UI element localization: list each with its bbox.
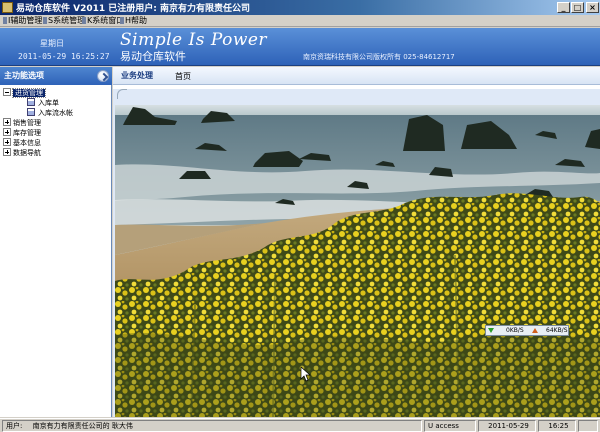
function-tree: 进货管理 入库单 入库流水帐 销售管理 库存管理 基本信息 数据导航 xyxy=(3,88,111,158)
tree-item-data-nav[interactable]: 数据导航 xyxy=(3,148,111,158)
tab-divider xyxy=(113,85,600,89)
tree-item-inventory[interactable]: 库存管理 xyxy=(3,128,111,138)
menu-icon xyxy=(120,17,124,24)
tree-item-stock-in-order[interactable]: 入库单 xyxy=(3,98,111,108)
main-area: 业务处理 首页 0KB/S 64KB/S xyxy=(113,67,600,417)
maximize-button[interactable]: □ xyxy=(571,2,584,13)
tree-item-sales[interactable]: 销售管理 xyxy=(3,118,111,128)
weekday-label: 星期日 xyxy=(40,39,64,48)
slogan: Simple Is Power xyxy=(120,30,268,50)
menu-aux[interactable]: I辅助管理 xyxy=(3,15,42,27)
collapse-icon[interactable] xyxy=(97,70,109,82)
upload-speed: 64KB/S xyxy=(546,327,568,334)
app-name: 易动仓库软件 xyxy=(120,50,186,63)
menu-icon xyxy=(43,17,47,24)
status-user: 用户: 南京有力有限责任公司的 耿大伟 xyxy=(2,420,422,432)
tree-item-purchase[interactable]: 进货管理 xyxy=(3,88,111,98)
tab-strip: 业务处理 首页 xyxy=(113,67,600,85)
menu-icon xyxy=(3,17,7,24)
tree-item-basic-info[interactable]: 基本信息 xyxy=(3,138,111,148)
tree-item-stock-in-ledger[interactable]: 入库流水帐 xyxy=(3,108,111,118)
corner-decoration xyxy=(117,89,127,99)
download-speed: 0KB/S xyxy=(506,327,524,334)
collapse-node-icon[interactable] xyxy=(3,88,11,96)
expand-node-icon[interactable] xyxy=(3,148,11,156)
download-arrow-icon xyxy=(488,328,494,333)
status-access: U access xyxy=(424,420,476,432)
expand-node-icon[interactable] xyxy=(3,128,11,136)
menu-bar: I辅助管理 S系统管理 K系统窗口 H帮助 xyxy=(0,15,600,27)
app-icon[interactable] xyxy=(2,2,13,13)
network-speed-meter[interactable]: 0KB/S 64KB/S xyxy=(485,325,569,336)
sidebar: 主功能选项 进货管理 入库单 入库流水帐 销售管理 库存管理 基本信息 数据导航 xyxy=(0,67,112,417)
document-icon xyxy=(27,98,35,106)
app-window: 易动仓库软件 V2011 已注册用户: 南京有力有限责任公司 _ □ × I辅助… xyxy=(0,0,600,432)
status-bar: 用户: 南京有力有限责任公司的 耿大伟 U access 2011-05-29 … xyxy=(0,418,600,432)
status-time: 16:25 xyxy=(538,420,576,432)
tab-home[interactable]: 首页 xyxy=(175,71,191,82)
title-bar[interactable]: 易动仓库软件 V2011 已注册用户: 南京有力有限责任公司 _ □ × xyxy=(0,0,600,15)
menu-icon xyxy=(82,17,86,24)
section-label: 业务处理 xyxy=(121,71,153,80)
menu-system[interactable]: S系统管理 xyxy=(43,15,85,27)
copyright: 南京资瑞科技有限公司版权所有 025-84612717 xyxy=(303,53,455,61)
background-photo xyxy=(115,105,600,417)
expand-node-icon[interactable] xyxy=(3,138,11,146)
menu-window[interactable]: K系统窗口 xyxy=(82,15,124,27)
sidebar-title: 主功能选项 xyxy=(4,71,44,80)
expand-node-icon[interactable] xyxy=(3,118,11,126)
coast-scene-image xyxy=(115,105,600,417)
minimize-button[interactable]: _ xyxy=(557,2,570,13)
status-date: 2011-05-29 xyxy=(478,420,536,432)
sidebar-header: 主功能选项 xyxy=(0,67,112,85)
menu-help[interactable]: H帮助 xyxy=(120,15,147,27)
window-title: 易动仓库软件 V2011 已注册用户: 南京有力有限责任公司 xyxy=(16,4,251,14)
document-icon xyxy=(27,108,35,116)
close-button[interactable]: × xyxy=(586,2,599,13)
datetime-label: 2011-05-29 16:25:27 xyxy=(18,52,110,61)
upload-arrow-icon xyxy=(532,328,538,333)
header-banner: 星期日 2011-05-29 16:25:27 Simple Is Power … xyxy=(0,28,600,66)
status-extra xyxy=(578,420,598,432)
